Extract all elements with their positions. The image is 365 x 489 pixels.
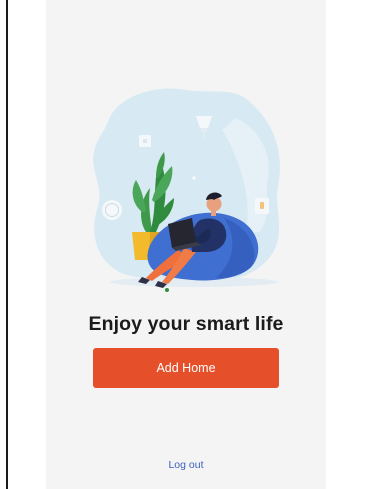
screenshot-frame: Enjoy your smart life Add Home Log out [0, 0, 365, 489]
window-edge [6, 0, 8, 489]
logout-link[interactable]: Log out [46, 459, 326, 471]
welcome-screen: Enjoy your smart life Add Home Log out [46, 0, 326, 489]
smart-plug-icon [139, 135, 151, 147]
smart-life-illustration [93, 88, 280, 292]
smart-speaker-icon [255, 198, 269, 214]
thermostat-icon [102, 200, 122, 220]
decor-dot [192, 176, 196, 180]
add-home-button[interactable]: Add Home [93, 348, 279, 388]
smart-lamp-icon [165, 288, 169, 292]
page-title: Enjoy your smart life [88, 313, 284, 335]
